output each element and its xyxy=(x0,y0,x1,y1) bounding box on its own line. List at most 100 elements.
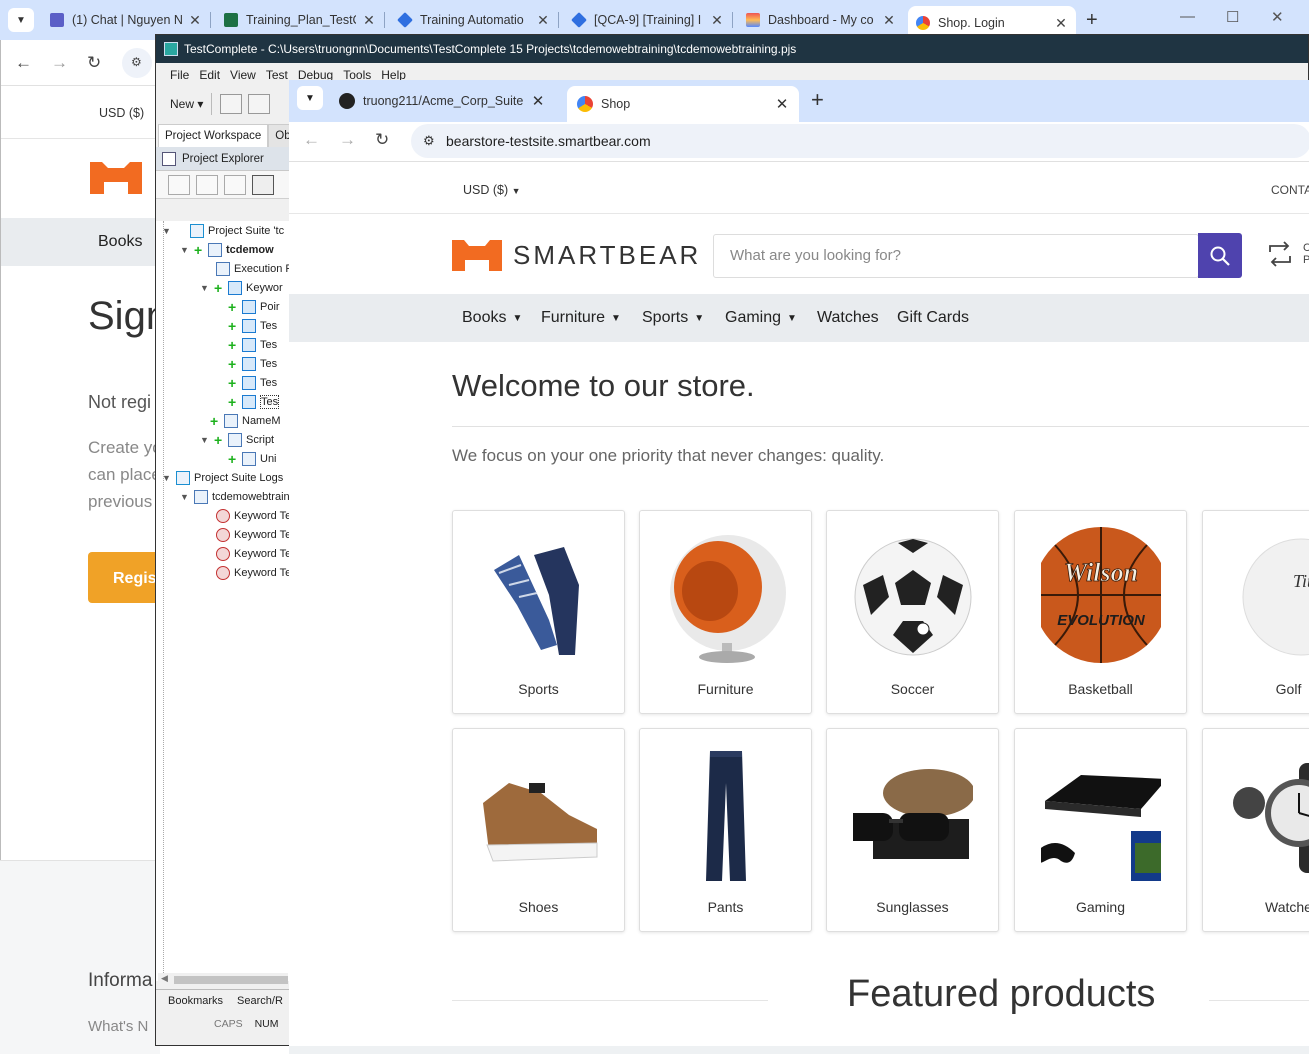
search-button[interactable] xyxy=(1198,233,1242,278)
tree-node[interactable]: Execution P xyxy=(202,259,290,278)
add-existing-item-icon[interactable] xyxy=(196,174,218,195)
category-card-basketball[interactable]: Wilson EVOLUTION Basketball xyxy=(1014,510,1187,714)
shop-tab-shop[interactable]: Shop ✕ xyxy=(567,86,799,122)
nav-books[interactable]: Books xyxy=(98,233,142,251)
execution-plan-icon xyxy=(216,261,230,276)
maximize-icon[interactable]: ☐ xyxy=(1226,8,1239,26)
reload-icon[interactable]: ↻ xyxy=(87,53,101,73)
category-card-golf[interactable]: Titleist 1 Golf xyxy=(1202,510,1309,714)
tree-node[interactable]: + Uni xyxy=(228,449,277,468)
scroll-left-icon[interactable]: ◀ xyxy=(161,973,168,984)
contact-link[interactable]: CONTA xyxy=(1271,183,1309,197)
close-icon[interactable]: ✕ xyxy=(531,92,545,110)
tree-node[interactable]: ▼ Project Suite Logs xyxy=(162,468,283,487)
new-tab-button[interactable]: + xyxy=(811,87,824,113)
currency-selector[interactable]: USD ($) ▼ xyxy=(463,183,521,197)
tree-node[interactable]: ▼ tcdemowebtrain xyxy=(180,487,290,506)
menu-furniture[interactable]: Furniture ▼ xyxy=(541,309,621,327)
close-icon[interactable]: ✕ xyxy=(775,95,789,113)
menu-file[interactable]: File xyxy=(170,68,189,82)
category-card-sports[interactable]: Sports xyxy=(452,510,625,714)
back-tab-chat[interactable]: (1) Chat | Nguyen N ✕ xyxy=(42,6,211,34)
tree-node[interactable]: ▼ Project Suite 'tc xyxy=(162,221,284,240)
window-close-icon[interactable]: ✕ xyxy=(1271,8,1284,26)
tree-node[interactable]: + NameM xyxy=(210,411,281,430)
tab-project-workspace[interactable]: Project Workspace xyxy=(158,124,269,147)
menu-books[interactable]: Books ▼ xyxy=(462,309,522,327)
category-card-furniture[interactable]: Furniture xyxy=(639,510,812,714)
search-box[interactable] xyxy=(713,234,1199,278)
back-tab-training-plan[interactable]: Training_Plan_TestC ✕ xyxy=(216,6,385,34)
tree-node[interactable]: + Tes xyxy=(228,354,277,373)
tree-node[interactable]: + Tes xyxy=(228,335,277,354)
compare-label[interactable]: C P xyxy=(1303,242,1309,266)
properties-icon[interactable] xyxy=(252,174,274,195)
currency-selector[interactable]: USD ($) xyxy=(99,106,144,120)
menu-edit[interactable]: Edit xyxy=(199,68,220,82)
compare-icon[interactable] xyxy=(1267,240,1293,268)
close-project-icon[interactable] xyxy=(248,94,271,114)
search-input[interactable] xyxy=(730,247,1170,264)
category-card-pants[interactable]: Pants xyxy=(639,728,812,932)
collapse-icon[interactable]: ▼ xyxy=(200,283,210,293)
site-settings-icon[interactable]: ⚙ xyxy=(423,133,435,149)
back-arrow-icon[interactable]: ← xyxy=(303,130,320,150)
tree-node[interactable]: ▼ + Script xyxy=(200,430,274,449)
close-icon[interactable]: ✕ xyxy=(362,12,376,29)
minimize-icon[interactable]: — xyxy=(1180,8,1195,25)
collapse-icon[interactable]: ▼ xyxy=(180,245,190,255)
remove-item-icon[interactable] xyxy=(224,174,246,195)
collapse-icon[interactable]: ▼ xyxy=(200,435,210,445)
tree-node[interactable]: + Tes xyxy=(228,316,277,335)
site-info-icon[interactable]: ⚙ xyxy=(122,48,152,78)
tab-bookmarks[interactable]: Bookmarks xyxy=(156,990,233,1013)
category-card-shoes[interactable]: Shoes xyxy=(452,728,625,932)
reload-icon[interactable]: ↻ xyxy=(375,130,389,150)
back-arrow-icon[interactable]: ← xyxy=(15,53,32,73)
address-bar[interactable]: ⚙ bearstore-testsite.smartbear.com xyxy=(411,124,1309,158)
new-tab-button[interactable]: + xyxy=(1086,9,1098,32)
shop-tab-github[interactable]: truong211/Acme_Corp_Suite ✕ xyxy=(329,86,555,116)
new-button[interactable]: New ▾ xyxy=(170,97,203,111)
menu-sports[interactable]: Sports ▼ xyxy=(642,309,704,327)
scrollbar-thumb[interactable] xyxy=(174,976,288,984)
tab-search-replace[interactable]: Search/R xyxy=(233,990,293,1013)
horizontal-scrollbar[interactable]: ◀ xyxy=(158,973,288,987)
close-icon[interactable]: ✕ xyxy=(536,12,550,29)
tree-node[interactable]: + Tes xyxy=(228,392,280,411)
menu-gaming[interactable]: Gaming ▼ xyxy=(725,309,797,327)
close-icon[interactable]: ✕ xyxy=(882,12,896,29)
open-folder-icon[interactable] xyxy=(220,94,243,114)
menu-watches[interactable]: Watches xyxy=(817,309,879,327)
tab-list-button[interactable]: ▼ xyxy=(8,8,34,32)
tree-node[interactable]: Keyword Te xyxy=(216,563,290,582)
close-icon[interactable]: ✕ xyxy=(188,12,202,29)
footer-whats-new-link[interactable]: What's N xyxy=(88,1018,148,1035)
menu-view[interactable]: View xyxy=(230,68,256,82)
tree-node[interactable]: Keyword Te xyxy=(216,525,290,544)
collapse-icon[interactable]: ▼ xyxy=(180,492,190,502)
menu-gift-cards[interactable]: Gift Cards xyxy=(897,309,969,327)
tab-list-button[interactable]: ▼ xyxy=(297,86,323,110)
close-icon[interactable]: ✕ xyxy=(1054,15,1068,32)
menu-test[interactable]: Test xyxy=(266,68,288,82)
category-card-watches[interactable]: Watche xyxy=(1202,728,1309,932)
tree-node[interactable]: + Tes xyxy=(228,373,277,392)
smartbear-logo[interactable]: SMARTBEAR xyxy=(451,239,701,271)
forward-arrow-icon[interactable]: → xyxy=(51,53,68,73)
back-tab-training-automation[interactable]: Training Automatio ✕ xyxy=(390,6,559,34)
back-tab-dashboard[interactable]: Dashboard - My co ✕ xyxy=(738,6,904,34)
tree-node[interactable]: Keyword Te xyxy=(216,506,290,525)
add-new-item-icon[interactable] xyxy=(168,174,190,195)
tree-node[interactable]: Keyword Te xyxy=(216,544,290,563)
smartbear-logo[interactable] xyxy=(88,160,144,197)
tree-node[interactable]: ▼ + Keywor xyxy=(200,278,283,297)
category-card-gaming[interactable]: Gaming xyxy=(1014,728,1187,932)
category-card-sunglasses[interactable]: Sunglasses xyxy=(826,728,999,932)
close-icon[interactable]: ✕ xyxy=(710,12,724,29)
category-card-soccer[interactable]: Soccer xyxy=(826,510,999,714)
tree-node[interactable]: + Poir xyxy=(228,297,280,316)
back-tab-qca9[interactable]: [QCA-9] [Training] I ✕ xyxy=(564,6,733,34)
tree-node[interactable]: ▼ + tcdemow xyxy=(180,240,274,259)
forward-arrow-icon[interactable]: → xyxy=(339,130,356,150)
